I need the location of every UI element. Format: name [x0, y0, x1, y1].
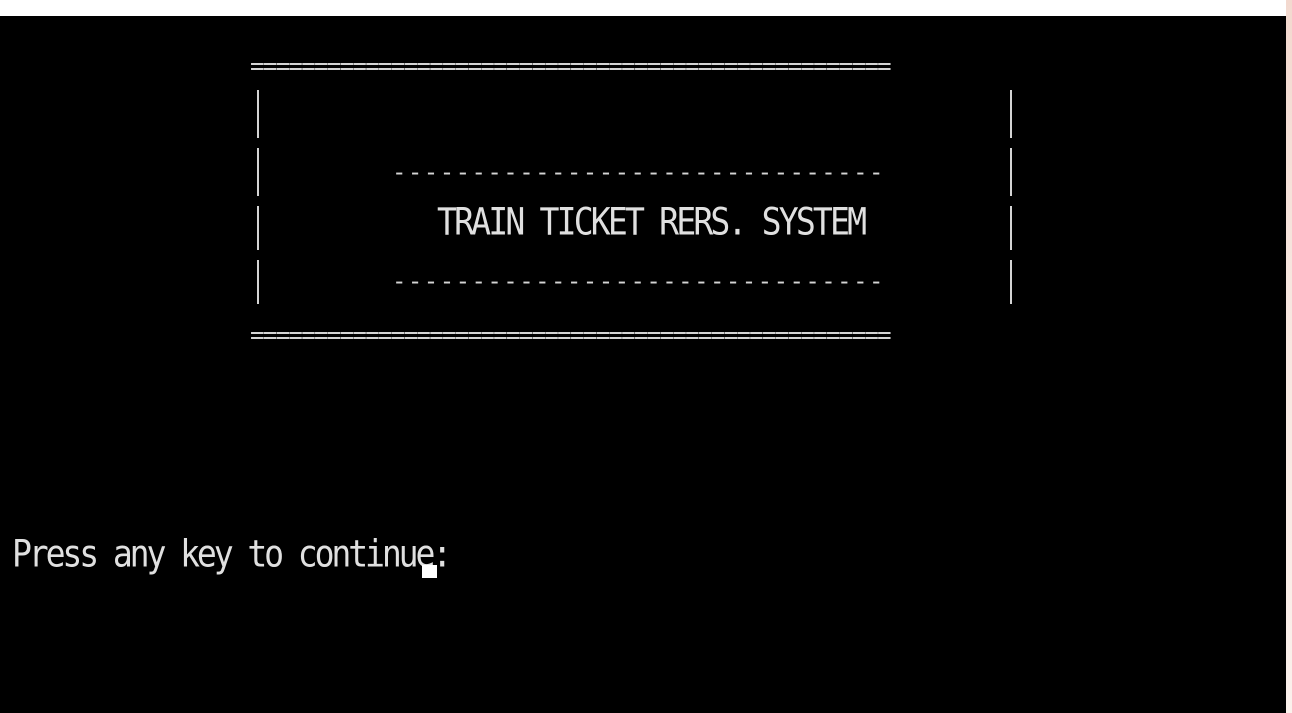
screenshot-frame: ========================================…	[0, 0, 1292, 713]
title-rule-bottom: -------------------------------	[392, 267, 885, 295]
banner-right-bar-top	[1010, 90, 1012, 138]
title-rule-top: -------------------------------	[392, 158, 885, 186]
app-title: TRAIN TICKET RERS. SYSTEM	[437, 200, 867, 244]
banner-right-bar-bottom	[1010, 260, 1012, 304]
banner-left-bar-bottom	[257, 260, 259, 304]
banner-right-bar-middle	[1010, 148, 1012, 196]
text-cursor[interactable]	[422, 565, 437, 578]
continue-prompt: Press any key to continue:	[12, 532, 452, 576]
banner-left-bar-top	[257, 90, 259, 138]
banner-left-bar-middle	[257, 148, 259, 196]
banner-border-bottom: ========================================…	[250, 321, 892, 349]
console-window[interactable]: ========================================…	[0, 16, 1286, 713]
banner-right-bar-lower	[1010, 206, 1012, 250]
banner-border-top: ========================================…	[250, 52, 892, 80]
banner-left-bar-lower	[257, 206, 259, 250]
window-top-strip	[0, 0, 1286, 16]
